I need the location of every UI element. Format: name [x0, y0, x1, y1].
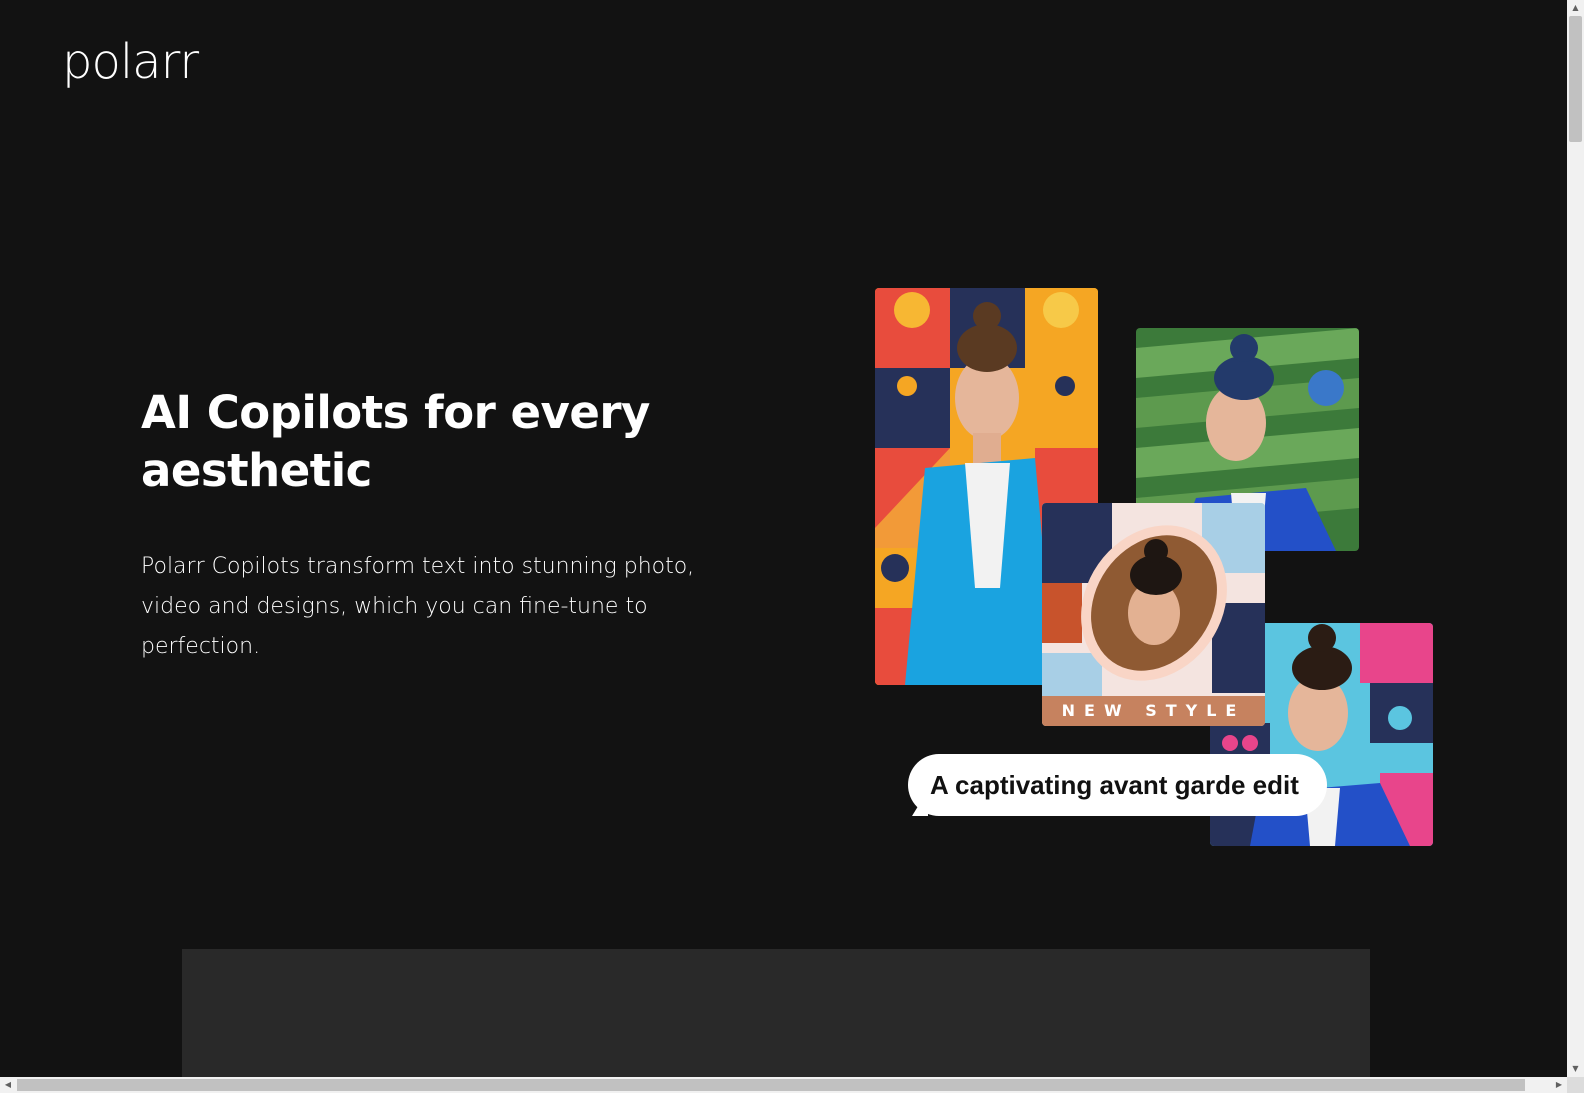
polarr-logo[interactable]: polarr	[62, 38, 199, 86]
hero-description: Polarr Copilots transform text into stun…	[141, 554, 695, 659]
scrollbar-corner	[1567, 1077, 1584, 1093]
scroll-up-arrow-icon[interactable]: ▲	[1567, 0, 1584, 16]
vertical-scroll-thumb[interactable]	[1569, 16, 1582, 142]
horizontal-scroll-thumb[interactable]	[17, 1079, 1525, 1091]
window-bottom-edge	[0, 1093, 1584, 1105]
style-caption: NEW STYLE	[1061, 701, 1246, 720]
scroll-left-arrow-icon[interactable]: ◀	[0, 1077, 16, 1093]
prompt-text: A captivating avant garde edit	[930, 769, 1299, 800]
vertical-scrollbar[interactable]: ▲ ▼	[1567, 0, 1584, 1077]
page: polarr AI Copilots for every aesthetic P…	[0, 0, 1584, 1105]
scroll-down-arrow-icon[interactable]: ▼	[1567, 1061, 1584, 1077]
prompt-speech-bubble: A captivating avant garde edit	[908, 754, 1327, 816]
hero-title: AI Copilots for every aesthetic	[141, 386, 650, 497]
scroll-right-arrow-icon[interactable]: ▶	[1551, 1077, 1567, 1093]
video-panel	[182, 949, 1370, 1089]
new-style-poster-image: NEW STYLE	[1042, 503, 1265, 726]
horizontal-scrollbar[interactable]: ◀ ▶	[0, 1077, 1567, 1093]
